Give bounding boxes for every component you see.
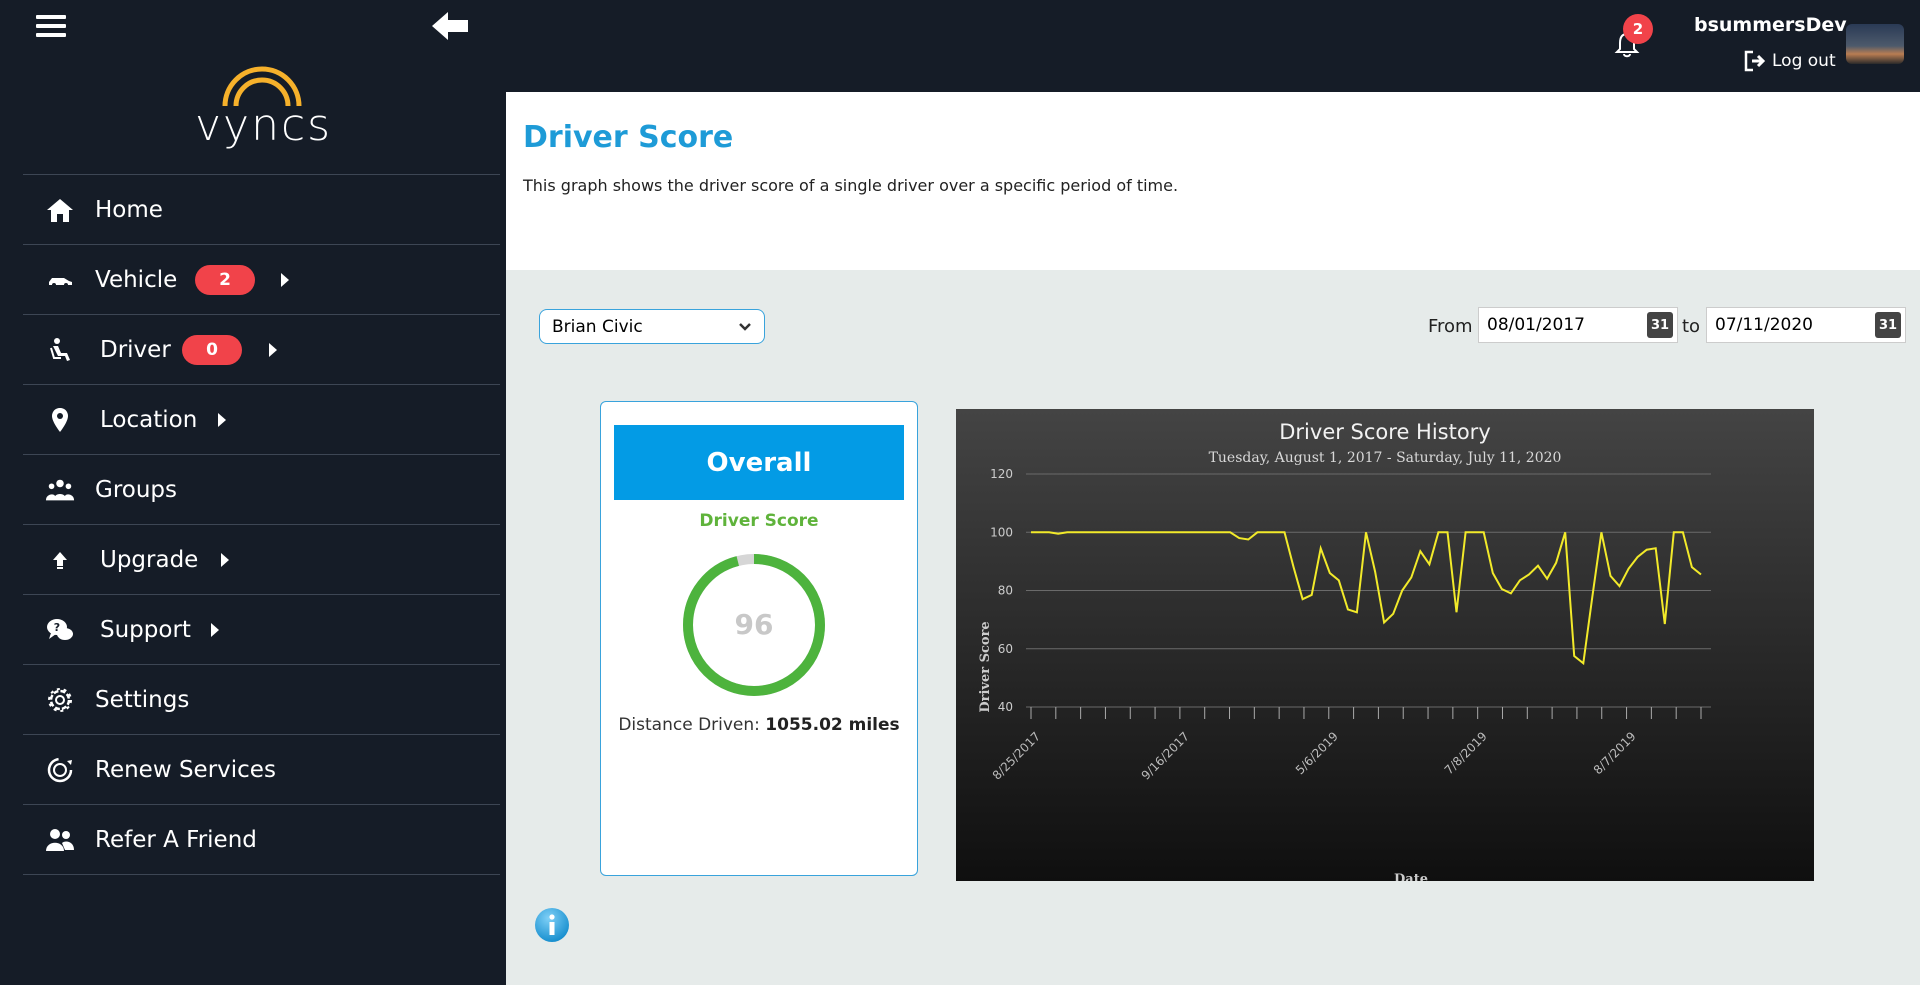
chevron-down-icon — [739, 323, 751, 331]
caret-right-icon — [269, 342, 277, 357]
chart-background — [956, 409, 1814, 881]
driver-count-badge: 0 — [182, 334, 242, 365]
y-tick-label: 100 — [990, 525, 1013, 539]
caret-right-icon — [218, 412, 226, 427]
page-title: Driver Score — [523, 120, 734, 155]
sidebar-item-label: Settings — [95, 686, 190, 713]
avatar[interactable] — [1846, 24, 1904, 64]
sidebar-item-refer-a-friend[interactable]: Refer A Friend — [23, 805, 500, 875]
username: bsummersDev — [1694, 14, 1847, 36]
score-card: Overall Driver Score 96 Distance Driven:… — [600, 401, 918, 876]
renew-icon — [45, 755, 75, 785]
sidebar-item-label: Refer A Friend — [95, 826, 257, 853]
sidebar-item-label: Driver — [100, 336, 171, 363]
upgrade-arrow-icon — [45, 545, 75, 575]
distance-value: 1055.02 miles — [765, 715, 900, 735]
vehicle-count-badge: 2 — [195, 264, 255, 295]
hamburger-menu-icon[interactable] — [36, 10, 66, 40]
chart-y-axis-label: Driver Score — [978, 621, 993, 712]
sidebar: vyncs Home Vehicle 2 Driver 0 Location G… — [0, 0, 506, 985]
sidebar-item-label: Location — [100, 406, 198, 433]
to-label: to — [1682, 316, 1701, 337]
vehicle-select[interactable]: Brian Civic — [539, 309, 765, 344]
sidebar-item-home[interactable]: Home — [23, 175, 500, 245]
y-tick-label: 60 — [998, 642, 1013, 656]
sidebar-item-label: Upgrade — [100, 546, 199, 573]
driver-score-chart: Driver Score History Tuesday, August 1, … — [956, 409, 1814, 881]
score-label: Driver Score — [699, 511, 819, 531]
distance-driven: Distance Driven: 1055.02 miles — [601, 715, 917, 735]
sidebar-item-label: Home — [95, 196, 163, 223]
score-gauge: 96 — [683, 554, 825, 696]
distance-label: Distance Driven: — [618, 715, 760, 735]
car-icon — [45, 265, 75, 295]
logout-icon — [1744, 50, 1766, 72]
caret-right-icon — [221, 552, 229, 567]
driver-seat-icon — [45, 335, 75, 365]
chart-title: Driver Score History — [1279, 420, 1491, 444]
sidebar-item-label: Renew Services — [95, 756, 276, 783]
gear-icon — [45, 685, 75, 715]
y-tick-label: 120 — [990, 467, 1013, 481]
support-chat-icon: ? — [45, 615, 75, 645]
sidebar-nav: Home Vehicle 2 Driver 0 Location Groups … — [23, 174, 500, 875]
logout-label: Log out — [1772, 51, 1836, 71]
sidebar-item-location[interactable]: Location — [23, 385, 500, 455]
info-icon[interactable] — [534, 907, 570, 943]
notification-badge: 2 — [1623, 14, 1653, 44]
to-date-input[interactable]: 07/11/2020 31 — [1706, 307, 1906, 343]
from-label: From — [1428, 316, 1473, 337]
sidebar-item-upgrade[interactable]: Upgrade — [23, 525, 500, 595]
score-value: 96 — [735, 608, 774, 641]
back-arrow-icon[interactable] — [428, 6, 472, 46]
sidebar-item-label: Groups — [95, 476, 178, 503]
y-tick-label: 40 — [998, 700, 1013, 714]
sidebar-item-label: Support — [100, 616, 191, 643]
sidebar-item-groups[interactable]: Groups — [23, 455, 500, 525]
svg-text:?: ? — [54, 621, 60, 634]
from-date-value: 08/01/2017 — [1487, 315, 1585, 335]
sidebar-item-label: Vehicle — [95, 266, 178, 293]
overall-banner: Overall — [614, 425, 904, 500]
page-description: This graph shows the driver score of a s… — [523, 176, 1179, 195]
vehicle-select-value: Brian Civic — [552, 316, 643, 337]
groups-icon — [45, 475, 75, 505]
home-icon — [45, 195, 75, 225]
location-pin-icon — [45, 405, 75, 435]
sidebar-item-driver[interactable]: Driver 0 — [23, 315, 500, 385]
caret-right-icon — [281, 272, 289, 287]
sidebar-item-settings[interactable]: Settings — [23, 665, 500, 735]
sidebar-item-vehicle[interactable]: Vehicle 2 — [23, 245, 500, 315]
sidebar-item-support[interactable]: ? Support — [23, 595, 500, 665]
calendar-icon[interactable]: 31 — [1647, 312, 1673, 338]
chart-x-axis-label: Date — [1394, 872, 1428, 881]
sidebar-item-renew-services[interactable]: Renew Services — [23, 735, 500, 805]
vyncs-logo: vyncs — [195, 60, 330, 160]
logo-text: vyncs — [195, 100, 333, 151]
from-date-input[interactable]: 08/01/2017 31 — [1478, 307, 1678, 343]
to-date-value: 07/11/2020 — [1715, 315, 1813, 335]
chart-subtitle: Tuesday, August 1, 2017 - Saturday, July… — [1209, 450, 1562, 466]
caret-right-icon — [211, 622, 219, 637]
header-panel: Driver Score This graph shows the driver… — [506, 92, 1920, 270]
y-tick-label: 80 — [998, 584, 1013, 598]
logout-link[interactable]: Log out — [1744, 50, 1836, 72]
calendar-icon[interactable]: 31 — [1875, 312, 1901, 338]
refer-friend-icon — [45, 825, 75, 855]
